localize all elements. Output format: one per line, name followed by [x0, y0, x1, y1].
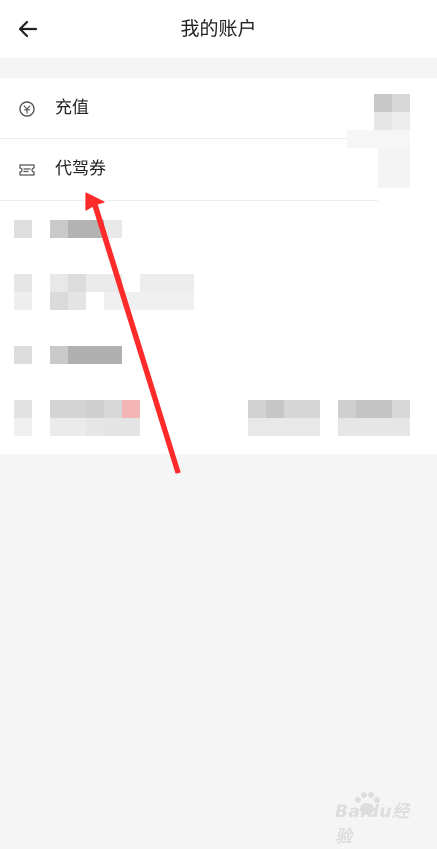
page-title: 我的账户	[180, 18, 257, 40]
redacted-mosaic	[0, 78, 437, 454]
account-list-card: 充值 代驾券	[0, 78, 437, 454]
top-app-bar: 我的账户	[0, 0, 437, 58]
watermark: Baidu经验	[313, 792, 413, 847]
watermark-text: Baidu经验	[335, 802, 410, 847]
